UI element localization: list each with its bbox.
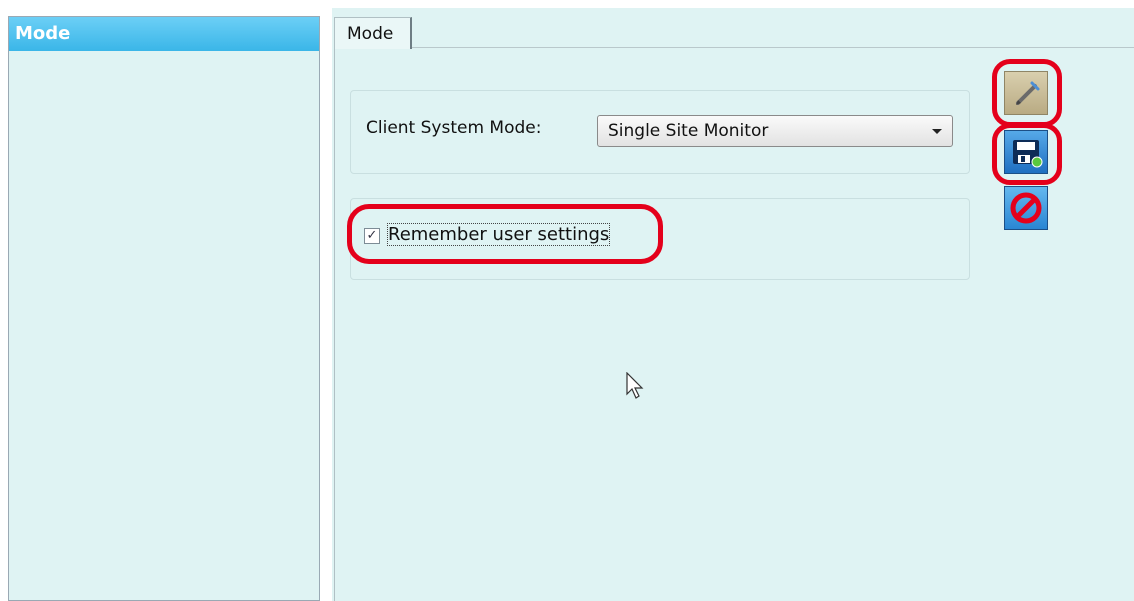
save-button-highlight [992,123,1062,185]
chevron-down-icon [932,129,942,134]
cancel-icon [1010,192,1042,224]
cancel-button[interactable] [1004,186,1048,230]
dropdown-selected-value: Single Site Monitor [608,121,769,141]
nav-item-mode[interactable]: Mode [9,17,319,51]
tab-mode[interactable]: Mode [334,17,412,49]
mouse-cursor-icon [626,372,644,399]
edit-button-highlight [992,59,1062,127]
left-navigation-panel: Mode [8,16,320,601]
remember-settings-highlight [347,204,663,264]
client-system-mode-label: Client System Mode: [366,118,542,138]
client-system-mode-dropdown[interactable]: Single Site Monitor [597,115,953,147]
